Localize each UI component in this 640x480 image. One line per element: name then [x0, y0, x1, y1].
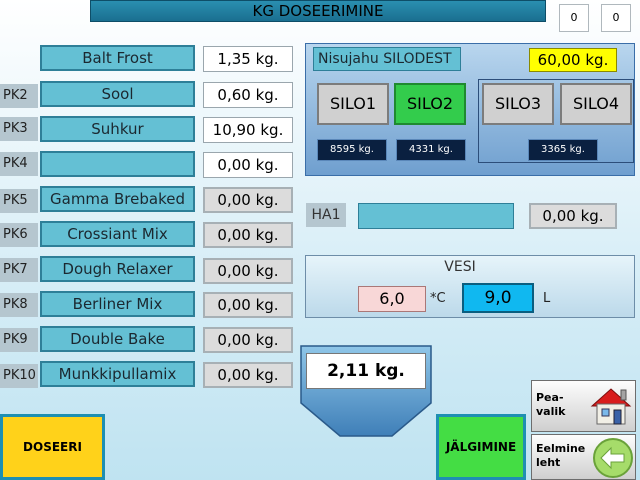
ingredient-name[interactable] — [40, 151, 195, 177]
ingredient-value[interactable]: 0,00 kg. — [203, 152, 293, 178]
doseeri-button[interactable]: DOSEERI — [0, 414, 105, 480]
ingredient-name[interactable]: Sool — [40, 81, 195, 107]
silo3-button[interactable]: SILO3 — [482, 83, 554, 125]
total-weight: 2,11 kg. — [306, 353, 426, 389]
page-title: KG DOSEERIMINE — [90, 0, 546, 22]
ingredient-name[interactable]: Balt Frost — [40, 45, 195, 71]
silo-target-value[interactable]: 60,00 kg. — [529, 48, 617, 72]
water-temperature[interactable]: 6,0 — [358, 286, 426, 312]
pk-label: PK7 — [0, 258, 38, 282]
silo2-kg: 4331 kg. — [396, 139, 466, 161]
pk-label: PK6 — [0, 223, 38, 247]
ingredient-value: 0,00 kg. — [203, 362, 293, 388]
previous-page-button[interactable]: Eelmine leht — [531, 434, 636, 480]
jalgimine-button[interactable]: JÄLGIMINE — [436, 414, 526, 480]
pk-label: PK5 — [0, 189, 38, 213]
ingredient-name[interactable]: Gamma Brebaked — [40, 186, 195, 212]
ingredient-name[interactable]: Crossiant Mix — [40, 221, 195, 247]
pk-label: PK2 — [0, 84, 38, 108]
silo3-kg: 3365 kg. — [528, 139, 598, 161]
pk-label: PK4 — [0, 152, 38, 176]
liters-unit: L — [543, 291, 551, 306]
counter-left: 0 — [559, 4, 589, 32]
counter-right: 0 — [601, 4, 631, 32]
ingredient-name[interactable]: Munkkipullamix — [40, 361, 195, 387]
ingredient-value: 0,00 kg. — [203, 292, 293, 318]
main-menu-button[interactable]: Pea- valik — [531, 380, 636, 432]
ingredient-value[interactable]: 1,35 kg. — [203, 46, 293, 72]
ingredient-name[interactable]: Dough Relaxer — [40, 256, 195, 282]
silo-title: Nisujahu SILODEST — [313, 47, 461, 71]
previous-page-label: Eelmine leht — [536, 442, 586, 469]
ingredient-name[interactable]: Double Bake — [40, 326, 195, 352]
water-title: VESI — [444, 259, 476, 275]
silo2-button[interactable]: SILO2 — [394, 83, 466, 125]
water-liters[interactable]: 9,0 — [462, 283, 534, 313]
ingredient-name[interactable]: Suhkur — [40, 116, 195, 142]
ha1-name-field[interactable] — [358, 203, 514, 229]
main-menu-label: Pea- valik — [536, 391, 566, 418]
pk-label: PK9 — [0, 328, 38, 352]
ha1-label: HA1 — [306, 203, 346, 227]
ingredient-value: 0,00 kg. — [203, 222, 293, 248]
ha1-value: 0,00 kg. — [529, 203, 617, 229]
silo1-button[interactable]: SILO1 — [317, 83, 389, 125]
pk-label: PK10 — [0, 364, 38, 388]
back-arrow-icon — [593, 438, 633, 478]
temperature-unit: *C — [430, 291, 446, 306]
ingredient-value[interactable]: 0,60 kg. — [203, 82, 293, 108]
ingredient-value[interactable]: 10,90 kg. — [203, 117, 293, 143]
ingredient-value: 0,00 kg. — [203, 258, 293, 284]
ingredient-value: 0,00 kg. — [203, 187, 293, 213]
silo4-button[interactable]: SILO4 — [560, 83, 632, 125]
ingredient-value: 0,00 kg. — [203, 327, 293, 353]
silo1-kg: 8595 kg. — [317, 139, 387, 161]
pk-label: PK8 — [0, 293, 38, 317]
house-icon — [590, 388, 632, 425]
ingredient-name[interactable]: Berliner Mix — [40, 291, 195, 317]
pk-label: PK3 — [0, 117, 38, 141]
